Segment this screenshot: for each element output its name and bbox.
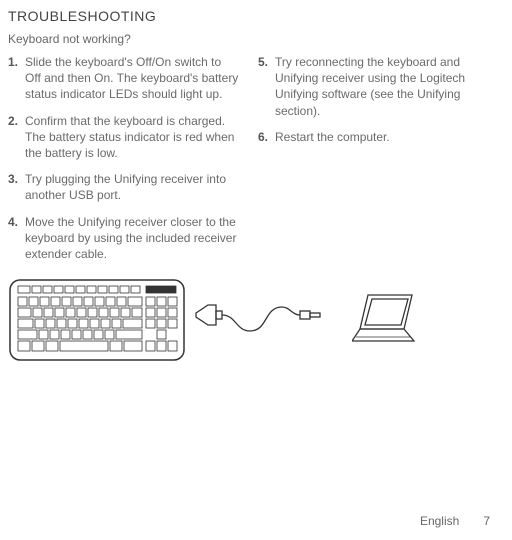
right-column: 5.Try reconnecting the keyboard and Unif… (258, 54, 490, 272)
step-text: Confirm that the keyboard is charged. Th… (25, 113, 240, 162)
step-item: 5.Try reconnecting the keyboard and Unif… (258, 54, 490, 119)
step-number: 6. (258, 129, 272, 145)
illustration-row (8, 278, 490, 363)
step-text: Restart the computer. (275, 129, 490, 145)
left-column: 1.Slide the keyboard's Off/On switch to … (8, 54, 240, 272)
step-text: Move the Unifying receiver closer to the… (25, 214, 240, 263)
section-title: TROUBLESHOOTING (8, 8, 490, 24)
laptop-icon (352, 291, 422, 351)
step-item: 6.Restart the computer. (258, 129, 490, 145)
footer-page-number: 7 (483, 514, 490, 528)
step-item: 1.Slide the keyboard's Off/On switch to … (8, 54, 240, 103)
step-text: Try plugging the Unifying receiver into … (25, 171, 240, 203)
section-subtitle: Keyboard not working? (8, 32, 490, 46)
step-number: 5. (258, 54, 272, 119)
footer-language: English (420, 514, 459, 528)
step-text: Slide the keyboard's Off/On switch to Of… (25, 54, 240, 103)
usb-cable-icon (194, 291, 344, 351)
step-item: 3.Try plugging the Unifying receiver int… (8, 171, 240, 203)
step-number: 1. (8, 54, 22, 103)
step-number: 4. (8, 214, 22, 263)
step-item: 2.Confirm that the keyboard is charged. … (8, 113, 240, 162)
steps-columns: 1.Slide the keyboard's Off/On switch to … (8, 54, 490, 272)
step-item: 4.Move the Unifying receiver closer to t… (8, 214, 240, 263)
step-text: Try reconnecting the keyboard and Unifyi… (275, 54, 490, 119)
step-number: 2. (8, 113, 22, 162)
page-footer: English 7 (420, 514, 490, 528)
steps-list-right: 5.Try reconnecting the keyboard and Unif… (258, 54, 490, 145)
keyboard-icon (8, 278, 186, 363)
steps-list-left: 1.Slide the keyboard's Off/On switch to … (8, 54, 240, 262)
step-number: 3. (8, 171, 22, 203)
